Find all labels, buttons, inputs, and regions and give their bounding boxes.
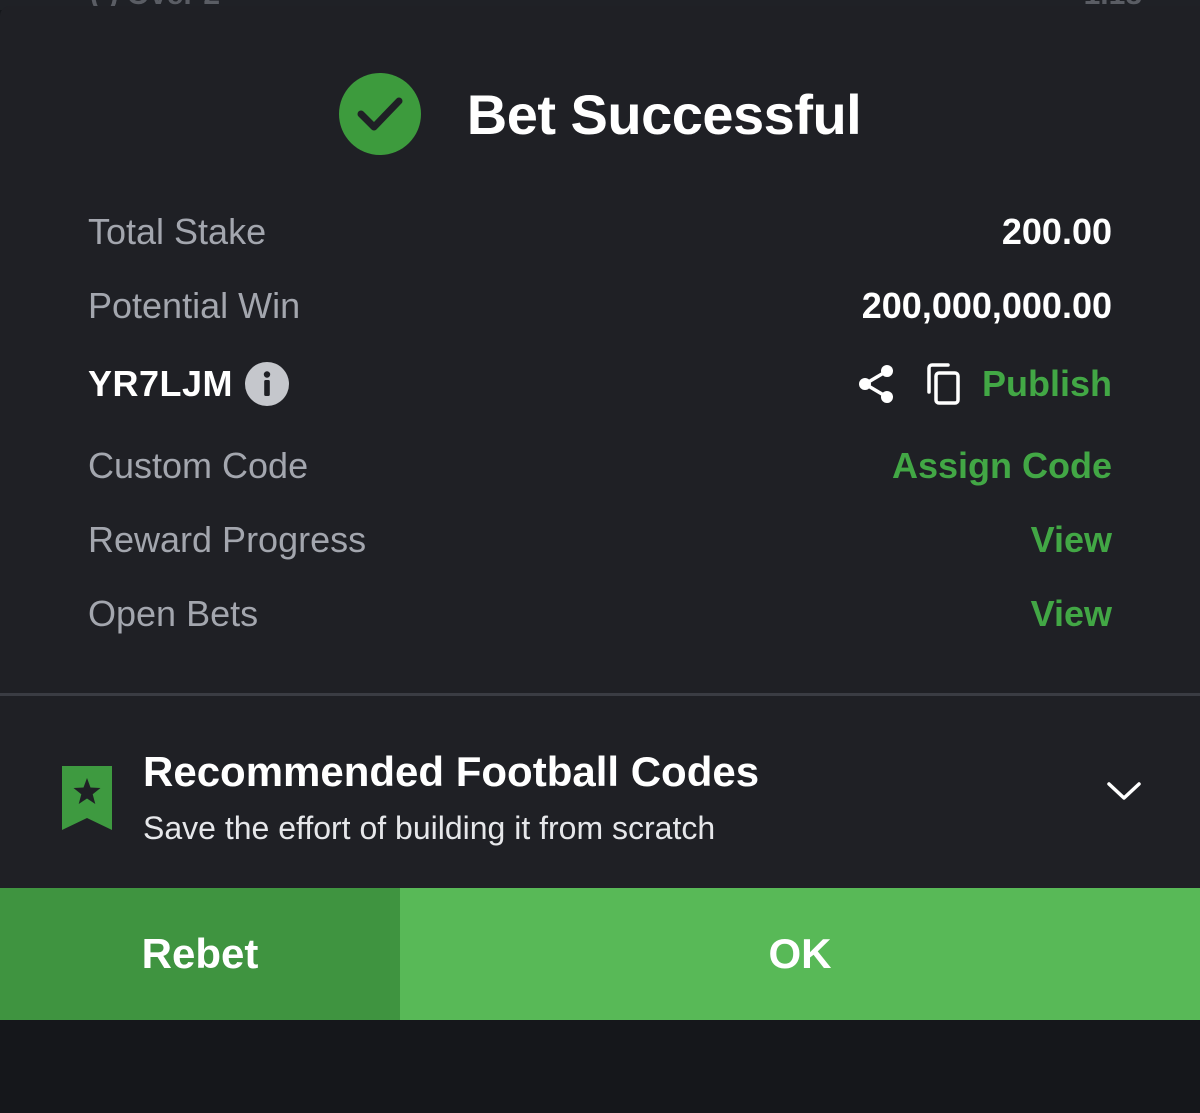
info-icon[interactable] <box>245 362 290 406</box>
bookmark-star-icon <box>60 764 114 837</box>
chevron-down-icon[interactable] <box>1106 780 1142 807</box>
total-stake-label: Total Stake <box>88 211 267 252</box>
recommended-codes-section[interactable]: Recommended Football Codes Save the effo… <box>0 742 1200 852</box>
potential-win-label: Potential Win <box>88 285 301 326</box>
check-circle-icon <box>338 73 421 155</box>
total-stake-row: Total Stake 200.00 <box>88 202 1112 262</box>
page-title: Bet Successful <box>466 82 862 146</box>
success-header: Bet Successful <box>0 72 1200 156</box>
rebet-button[interactable]: Rebet <box>0 888 400 1020</box>
booking-code-actions: Publish <box>856 362 1112 406</box>
assign-code-link[interactable]: Assign Code <box>892 445 1112 487</box>
ok-button[interactable]: OK <box>400 888 1200 1020</box>
open-bets-view-link[interactable]: View <box>1031 593 1112 635</box>
booking-code-row: YR7LJM Publish <box>88 354 1112 414</box>
section-divider <box>0 693 1200 696</box>
potential-win-row: Potential Win 200,000,000.00 <box>88 276 1112 336</box>
bet-success-sheet: Bet Successful Total Stake 200.00 Potent… <box>0 6 1200 888</box>
open-bets-row: Open Bets View <box>88 584 1112 644</box>
bet-success-screen: ( ) Over 2 1.18 Bet Successful Total Sta… <box>0 0 1200 1113</box>
bottom-safe-area <box>0 1020 1200 1113</box>
action-buttons: Rebet OK <box>0 888 1200 1020</box>
potential-win-value: 200,000,000.00 <box>861 285 1112 326</box>
reward-progress-view-link[interactable]: View <box>1031 519 1112 561</box>
copy-icon[interactable] <box>924 362 962 406</box>
reward-progress-label: Reward Progress <box>88 519 367 560</box>
custom-code-label: Custom Code <box>88 445 309 486</box>
open-bets-label: Open Bets <box>88 593 259 634</box>
booking-code-group: YR7LJM <box>88 362 290 406</box>
recommended-codes-title: Recommended Football Codes <box>143 748 760 795</box>
total-stake-value: 200.00 <box>1001 211 1112 252</box>
reward-progress-row: Reward Progress View <box>88 510 1112 570</box>
booking-code: YR7LJM <box>88 363 234 404</box>
share-icon[interactable] <box>856 363 896 405</box>
recommended-codes-subtitle: Save the effort of building it from scra… <box>143 810 716 846</box>
custom-code-row: Custom Code Assign Code <box>88 436 1112 496</box>
publish-link[interactable]: Publish <box>982 363 1112 405</box>
